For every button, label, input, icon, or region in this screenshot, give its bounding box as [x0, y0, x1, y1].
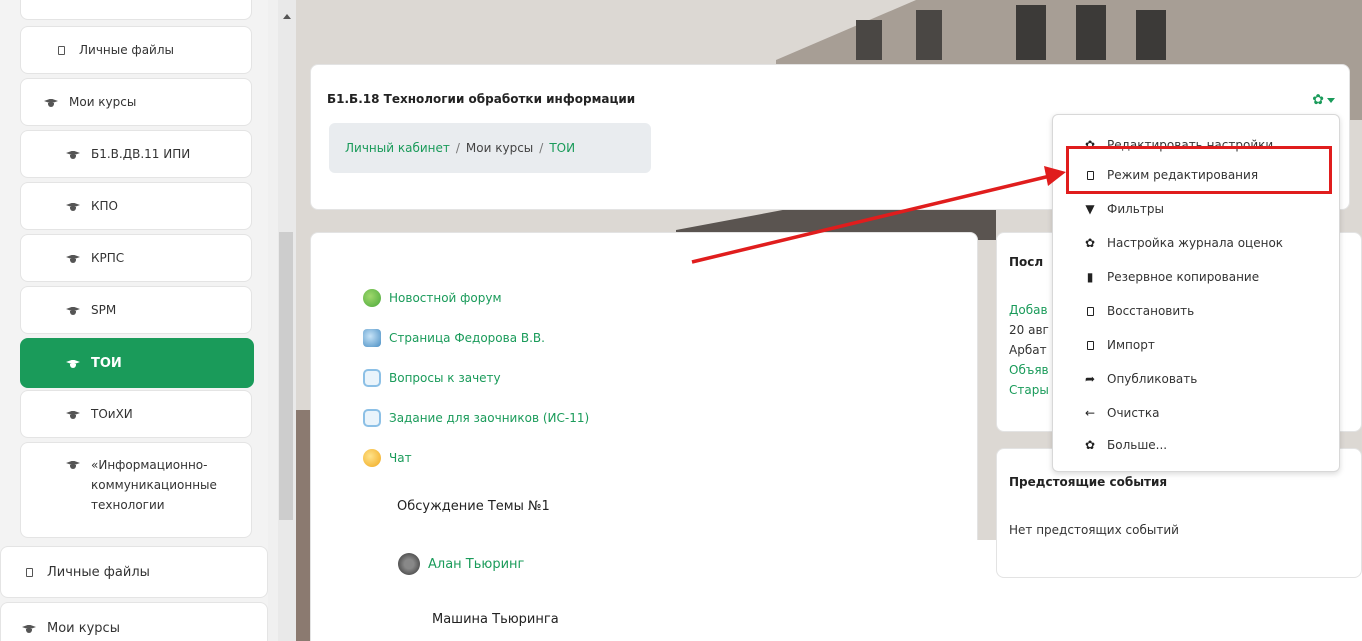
annotation-arrow	[691, 166, 1066, 264]
